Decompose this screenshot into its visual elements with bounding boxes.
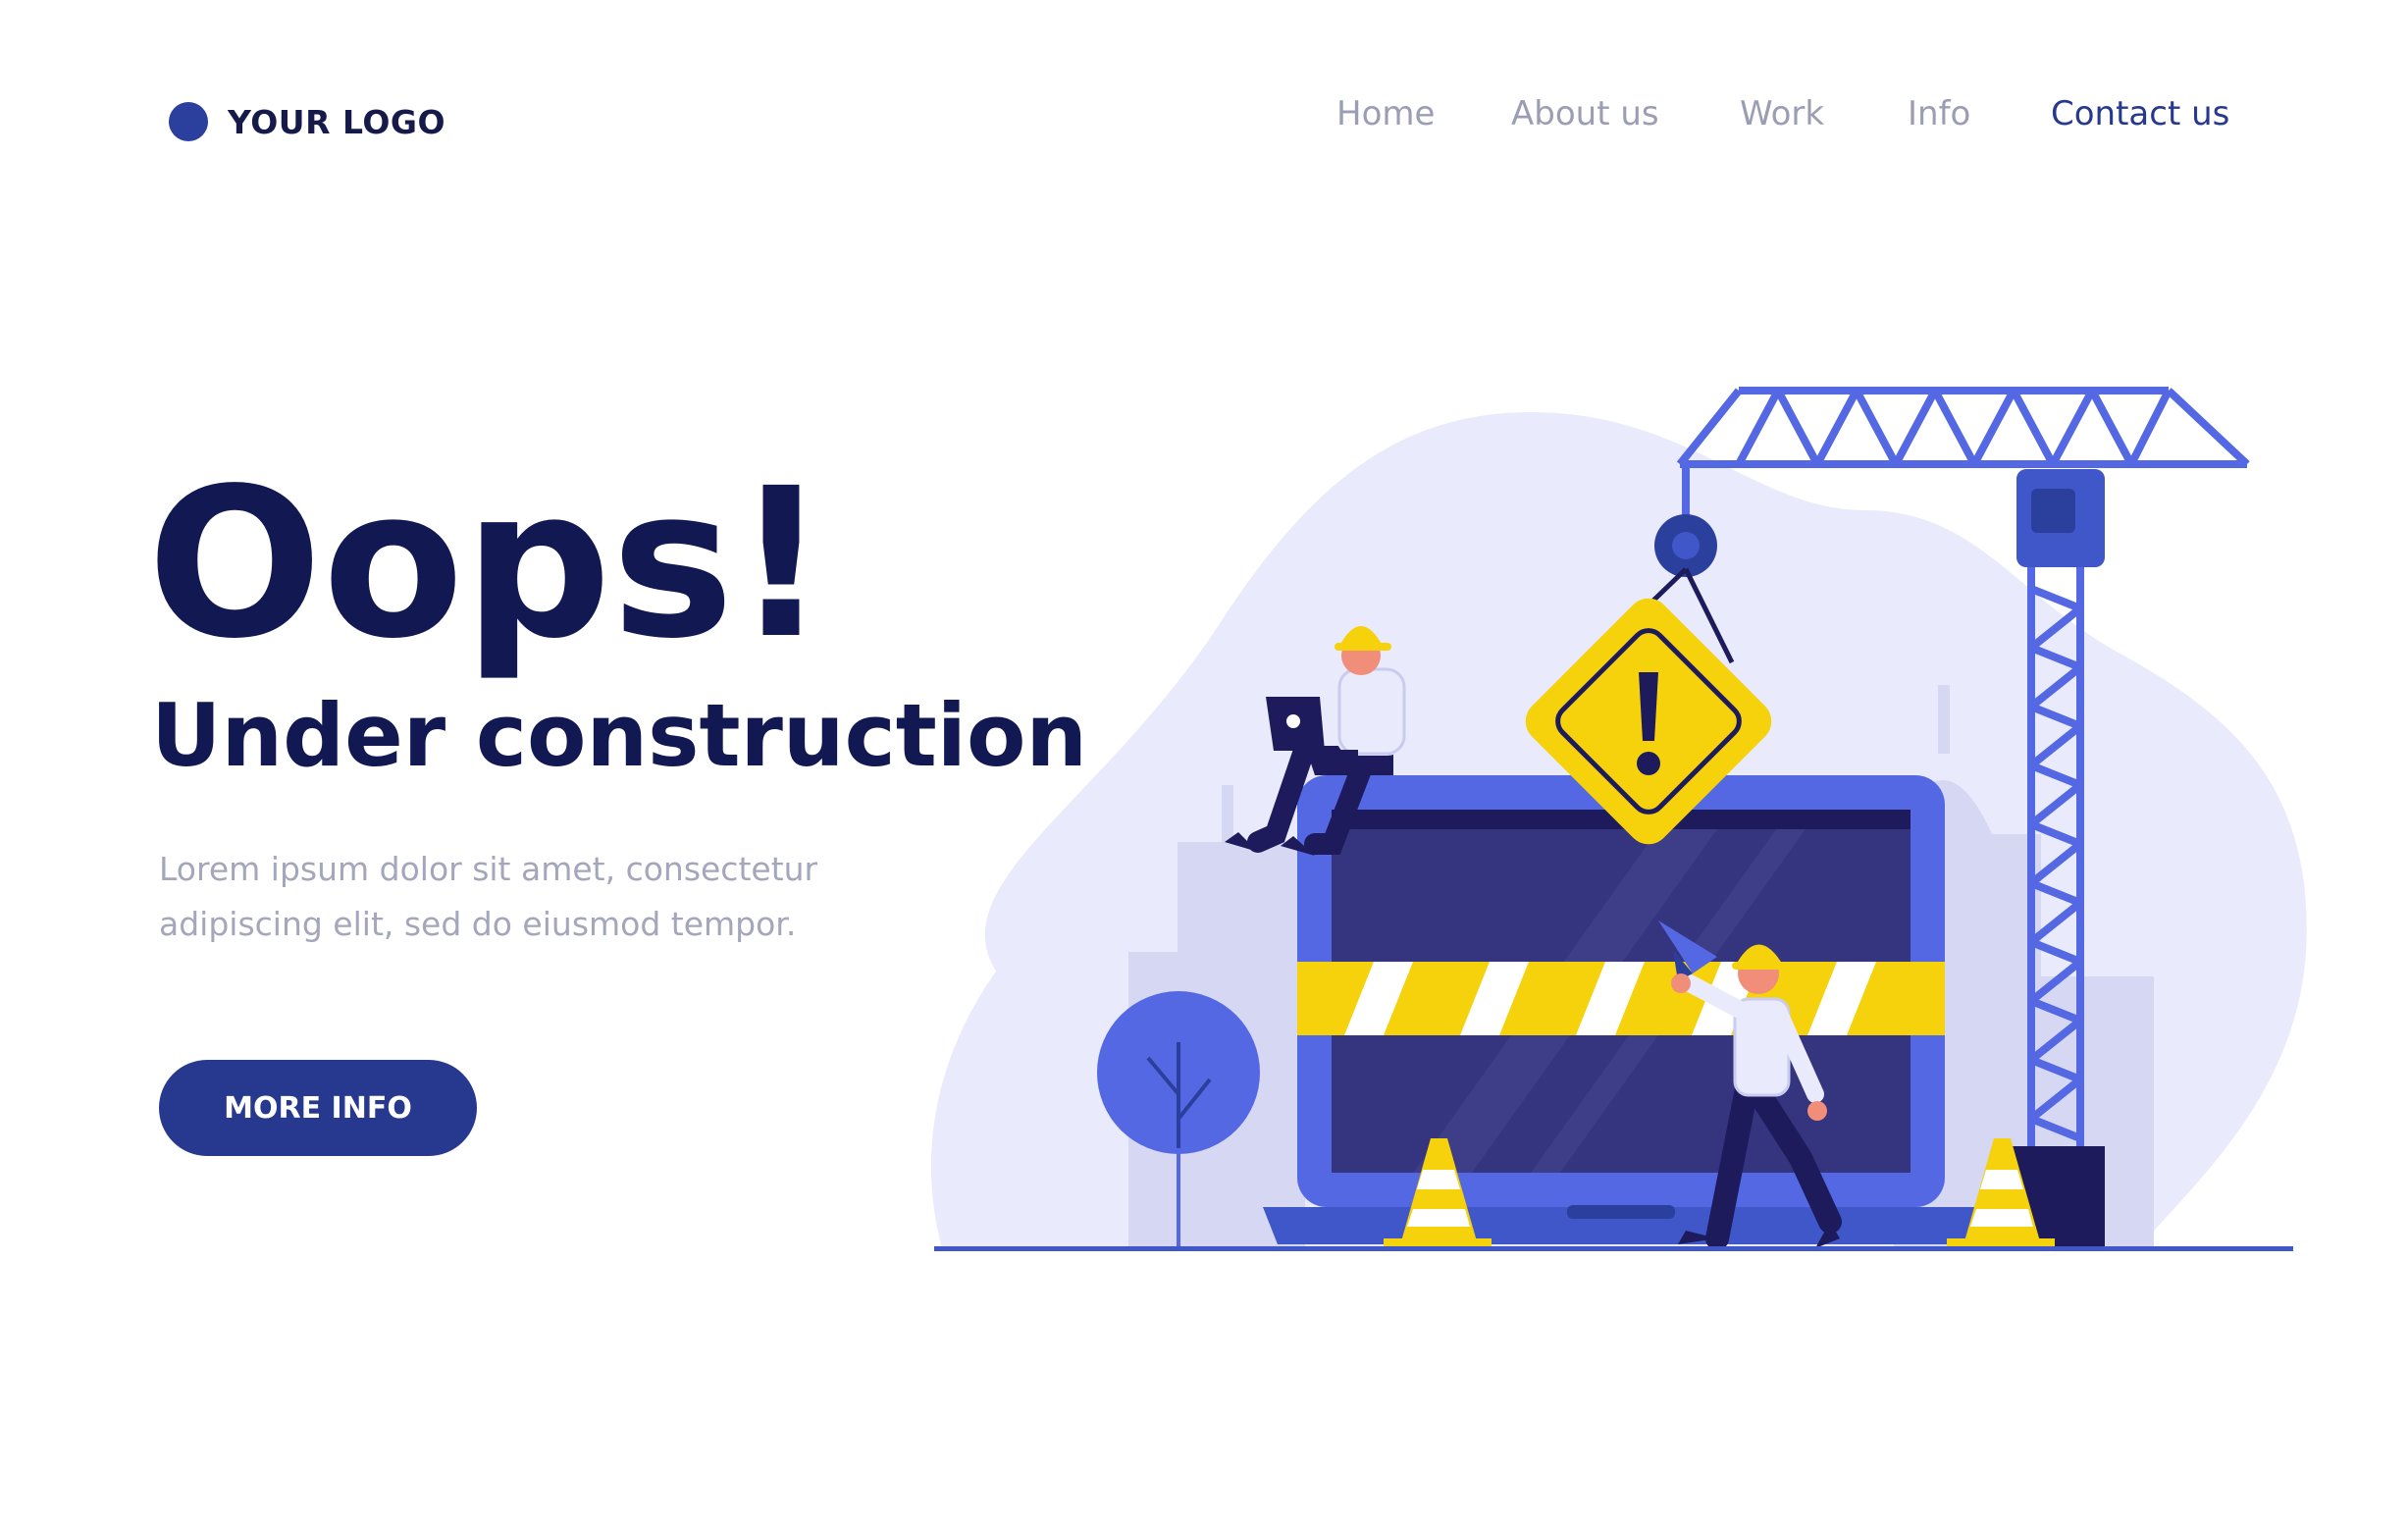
construction-illustration bbox=[930, 387, 2307, 1251]
caution-tape bbox=[1297, 962, 1945, 1035]
ground-line bbox=[934, 1246, 2293, 1251]
